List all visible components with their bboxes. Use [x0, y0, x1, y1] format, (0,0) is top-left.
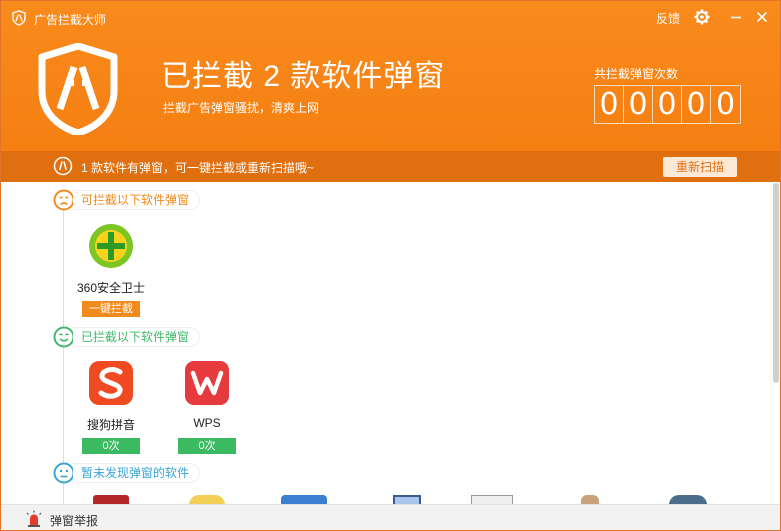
- blocked-summary-subtitle: 拦截广告弹窗骚扰，清爽上网: [163, 101, 320, 115]
- wps-app-icon: [185, 361, 229, 405]
- app-list-panel[interactable]: 可拦截以下软件弹窗 360安全卫士 一键拦截 已拦截以下软件弹窗 搜狗拼音 0次…: [1, 182, 780, 504]
- section-blocked-header: 已拦截以下软件弹窗: [53, 326, 201, 348]
- count-digit: 0: [715, 87, 736, 122]
- sad-face-icon: [53, 189, 75, 211]
- popup-report-link[interactable]: 弹窗举报: [50, 512, 98, 529]
- app-icon-partial: [669, 495, 707, 504]
- title-bar: 广告拦截大师 反馈: [1, 1, 780, 35]
- one-click-block-button[interactable]: 一键拦截: [82, 301, 140, 317]
- app-shield-icon: [12, 10, 26, 26]
- sogou-pinyin-app-icon: [89, 361, 133, 405]
- count-digit: 0: [624, 86, 653, 123]
- count-digit: 0: [653, 86, 682, 123]
- app-name: WPS: [193, 416, 221, 430]
- blocked-summary-title: 已拦截 2 款软件弹窗: [161, 60, 446, 93]
- scan-info-bar: 1 款软件有弹窗，可一键拦截或重新扫描哦~ 重新扫描: [1, 151, 780, 182]
- block-count-badge: 0次: [82, 438, 140, 454]
- app-icon-partial: [393, 495, 421, 504]
- block-count-badge: 0次: [178, 438, 236, 454]
- rescan-button[interactable]: 重新扫描: [663, 157, 737, 177]
- neutral-face-icon: [53, 462, 75, 484]
- app-icon-partial: [281, 495, 327, 504]
- feedback-link[interactable]: 反馈: [656, 10, 680, 27]
- section-blockable-label: 可拦截以下软件弹窗: [73, 190, 201, 210]
- block-count-label: 共拦截弹窗次数: [594, 67, 679, 81]
- app-icon-partial: [471, 495, 513, 504]
- minimize-icon[interactable]: [726, 7, 746, 27]
- footer-bar: 弹窗举报: [1, 504, 780, 530]
- section-none-label: 暂未发现弹窗的软件: [73, 463, 201, 483]
- gear-icon[interactable]: [692, 7, 712, 27]
- app-icon-partial: [189, 495, 225, 504]
- vertical-scrollbar[interactable]: [773, 183, 779, 383]
- shield-badge-icon: [53, 156, 73, 176]
- app-name: 搜狗拼音: [86, 418, 135, 432]
- app-title: 广告拦截大师: [34, 13, 107, 27]
- section-blockable-header: 可拦截以下软件弹窗: [53, 189, 201, 211]
- app-icon-partial: [581, 495, 599, 504]
- app-icon-partial: [93, 495, 129, 504]
- count-digit: 0: [595, 86, 624, 123]
- section-blocked-label: 已拦截以下软件弹窗: [73, 327, 201, 347]
- app-name: 360安全卫士: [76, 281, 146, 295]
- smile-face-icon: [53, 326, 75, 348]
- shield-logo-icon: [38, 43, 118, 135]
- app-window: 广告拦截大师 反馈 已拦截 2 款软件弹窗 拦截广告弹窗骚扰，清爽上网 共拦截弹…: [0, 0, 781, 531]
- app-card-wps: WPS 0次: [169, 359, 245, 454]
- scan-info-text: 1 款软件有弹窗，可一键拦截或重新扫描哦~: [81, 161, 315, 175]
- app-card-sogou: 搜狗拼音 0次: [73, 359, 149, 454]
- app-card-360: 360安全卫士 一键拦截: [73, 222, 149, 317]
- close-icon[interactable]: [752, 7, 772, 27]
- 360-safe-app-icon: [89, 224, 133, 268]
- count-digit: 0: [682, 86, 711, 123]
- section-none-header: 暂未发现弹窗的软件: [53, 462, 201, 484]
- block-count-display: 0 0 0 0 0: [594, 85, 741, 124]
- header-banner: 广告拦截大师 反馈 已拦截 2 款软件弹窗 拦截广告弹窗骚扰，清爽上网 共拦截弹…: [1, 1, 780, 151]
- alarm-siren-icon: [26, 510, 42, 527]
